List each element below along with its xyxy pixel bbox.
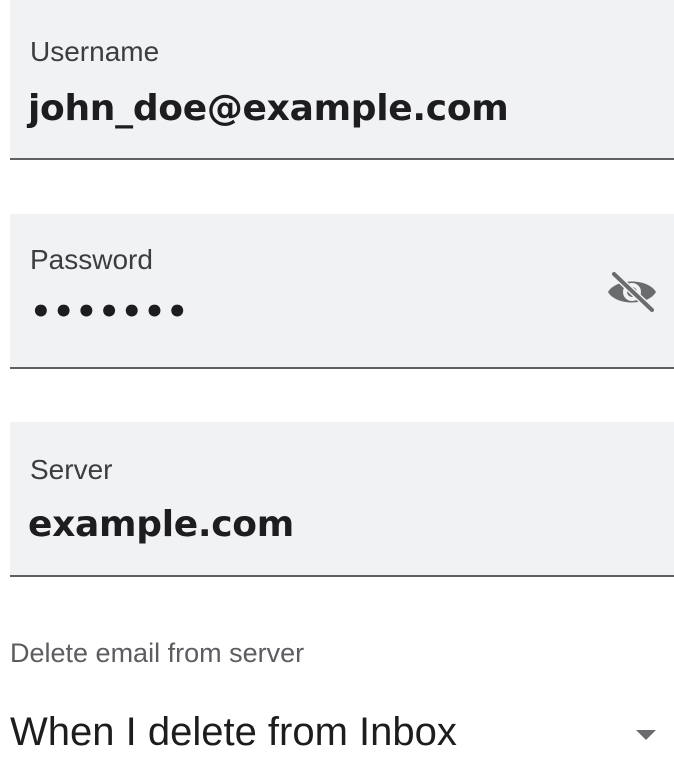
delete-policy-dropdown[interactable]: When I delete from Inbox bbox=[10, 700, 674, 757]
username-field[interactable]: Username john_doe@example.com bbox=[10, 0, 674, 160]
server-label: Server bbox=[30, 454, 113, 485]
dropdown-arrow-icon bbox=[636, 730, 656, 740]
password-field[interactable]: Password ••••••• bbox=[10, 214, 674, 369]
username-label: Username bbox=[30, 36, 160, 67]
server-input[interactable]: example.com bbox=[28, 504, 294, 545]
eye-off-icon-graphic bbox=[608, 270, 656, 314]
delete-policy-label: Delete email from server bbox=[10, 638, 305, 668]
password-label: Password bbox=[30, 244, 153, 275]
delete-policy-selected: When I delete from Inbox bbox=[10, 710, 457, 754]
username-input[interactable]: john_doe@example.com bbox=[28, 88, 509, 129]
password-input[interactable]: ••••••• bbox=[30, 292, 189, 332]
server-field[interactable]: Server example.com bbox=[10, 422, 674, 577]
eye-off-icon[interactable] bbox=[604, 268, 660, 316]
